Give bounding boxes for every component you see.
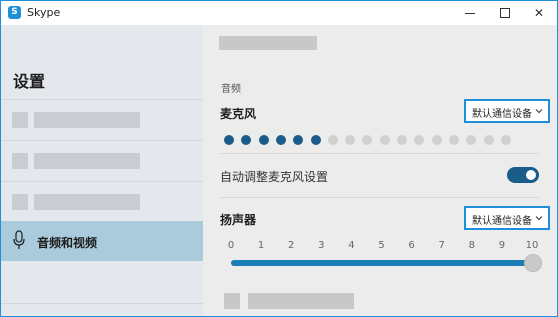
mic-level-dot bbox=[500, 135, 511, 145]
mic-level-dot bbox=[379, 135, 390, 145]
sidebar-item-label-placeholder bbox=[34, 112, 140, 128]
title-bar: S Skype ✕ bbox=[1, 1, 557, 25]
row-label-placeholder bbox=[248, 293, 354, 309]
sidebar-item-label-placeholder bbox=[34, 153, 140, 169]
mic-level-dot bbox=[224, 135, 234, 145]
settings-content: 设置 音频和视频 音频 麦克风 默认通信设备 自动调整麦克风设置 扬声器 默认通… bbox=[1, 25, 557, 316]
row-icon-placeholder bbox=[224, 293, 240, 309]
sidebar-item-placeholder[interactable] bbox=[1, 141, 203, 181]
microphone-icon bbox=[13, 230, 25, 249]
app-title: Skype bbox=[27, 6, 61, 19]
maximize-button[interactable] bbox=[488, 1, 522, 25]
auto-adjust-label: 自动调整麦克风设置 bbox=[220, 170, 329, 184]
microphone-label: 麦克风 bbox=[220, 107, 257, 121]
speaker-volume-fill bbox=[231, 260, 533, 266]
volume-scale-label: 3 bbox=[318, 240, 325, 251]
sidebar-item-icon-placeholder bbox=[12, 112, 28, 128]
mic-level-dot bbox=[448, 135, 459, 145]
volume-scale-label: 4 bbox=[348, 240, 355, 251]
speaker-volume-thumb[interactable] bbox=[524, 254, 542, 272]
audio-section-label: 音频 bbox=[221, 84, 241, 95]
chevron-down-icon bbox=[535, 109, 543, 114]
mic-level-dot bbox=[431, 135, 442, 145]
volume-scale-label: 0 bbox=[227, 240, 235, 251]
section-divider bbox=[219, 197, 539, 198]
chevron-down-icon bbox=[535, 216, 543, 221]
auto-adjust-toggle[interactable] bbox=[507, 167, 539, 183]
header-placeholder bbox=[219, 36, 317, 50]
volume-scale-label: 8 bbox=[468, 240, 475, 251]
mic-level-dot bbox=[397, 135, 407, 145]
sidebar-item-label: 音频和视频 bbox=[37, 236, 98, 250]
maximize-icon bbox=[500, 8, 510, 18]
mic-level-dot bbox=[483, 135, 494, 145]
speaker-device-value: 默认通信设备 bbox=[472, 216, 532, 227]
toggle-knob bbox=[526, 170, 536, 180]
close-button[interactable]: ✕ bbox=[522, 1, 556, 25]
settings-sidebar: 设置 音频和视频 bbox=[1, 25, 203, 316]
speaker-device-dropdown[interactable]: 默认通信设备 bbox=[464, 206, 550, 230]
speaker-volume-slider[interactable] bbox=[231, 260, 533, 266]
minimize-button[interactable] bbox=[453, 1, 487, 25]
sidebar-divider bbox=[1, 303, 203, 304]
sidebar-item-icon-placeholder bbox=[12, 194, 28, 210]
minimize-icon bbox=[465, 13, 475, 14]
mic-level-dot bbox=[310, 135, 321, 145]
mic-level-dot bbox=[275, 135, 286, 145]
volume-scale-label: 10 bbox=[525, 240, 539, 251]
mic-level-dot bbox=[327, 135, 338, 145]
mic-level-dot bbox=[258, 135, 269, 145]
volume-scale-label: 7 bbox=[438, 240, 445, 251]
microphone-device-value: 默认通信设备 bbox=[472, 109, 532, 120]
skype-logo-icon: S bbox=[8, 6, 21, 19]
volume-scale-label: 6 bbox=[408, 240, 415, 251]
sidebar-item-placeholder[interactable] bbox=[1, 182, 203, 222]
speaker-label: 扬声器 bbox=[220, 213, 257, 227]
volume-scale-label: 2 bbox=[288, 240, 295, 251]
sidebar-item-placeholder[interactable] bbox=[1, 100, 203, 140]
microphone-device-dropdown[interactable]: 默认通信设备 bbox=[464, 99, 550, 123]
sidebar-item-audio-video[interactable]: 音频和视频 bbox=[1, 221, 203, 261]
sidebar-item-icon-placeholder bbox=[12, 153, 28, 169]
sidebar-title: 设置 bbox=[13, 72, 46, 91]
sidebar-item-label-placeholder bbox=[34, 194, 140, 210]
skype-window: S Skype ✕ 设置 音频和视频 音频 麦克风 默认通信设备 自动调整麦克风… bbox=[0, 0, 558, 317]
volume-scale-label: 1 bbox=[257, 240, 265, 251]
section-divider bbox=[219, 153, 539, 154]
volume-scale-label: 5 bbox=[378, 240, 385, 251]
volume-scale-label: 9 bbox=[498, 240, 506, 251]
close-icon: ✕ bbox=[533, 6, 545, 20]
